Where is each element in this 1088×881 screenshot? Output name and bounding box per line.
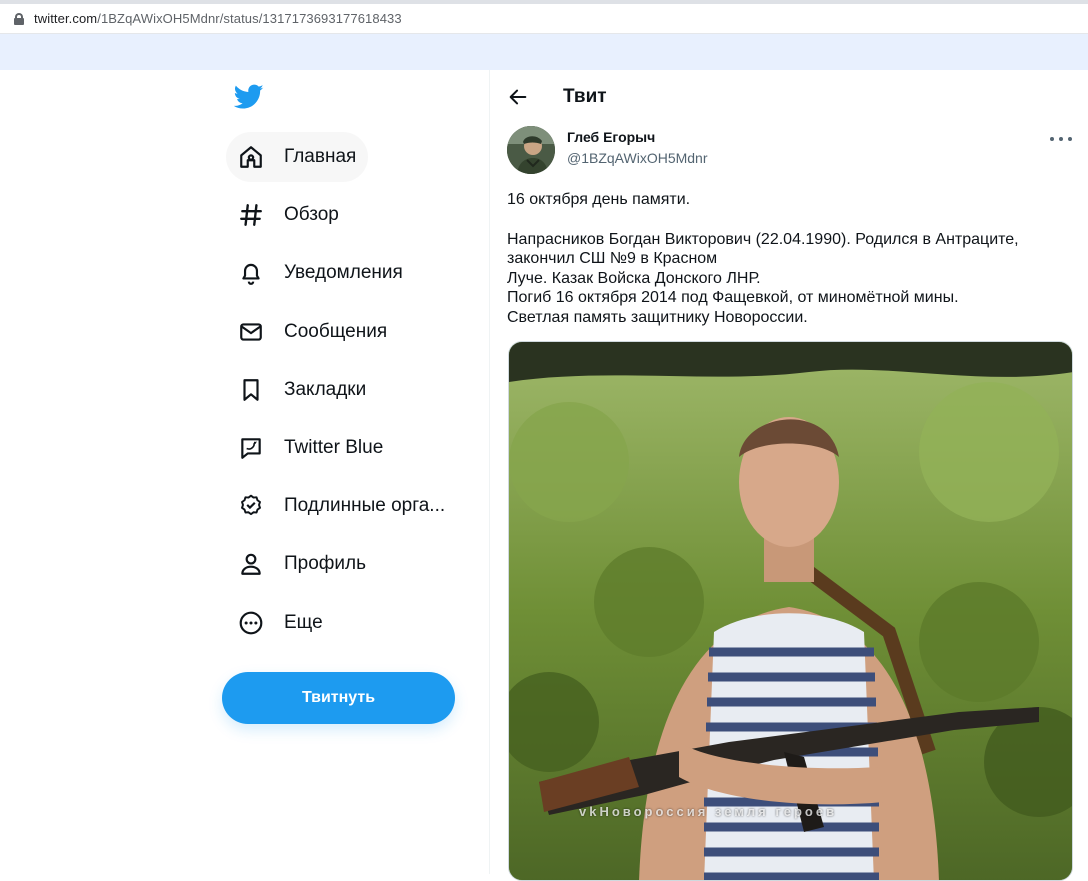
nav-label-home: Главная	[284, 146, 357, 167]
avatar[interactable]	[507, 126, 555, 174]
hashtag-icon	[238, 202, 264, 228]
nav-label-twitter-blue: Twitter Blue	[284, 436, 384, 458]
envelope-icon	[238, 319, 264, 345]
bell-icon	[238, 260, 264, 286]
author-handle[interactable]: @1BZqAWixOH5Mdnr	[567, 150, 708, 166]
nav-item-bookmarks[interactable]: Закладки	[226, 365, 378, 415]
bookmarks-bar	[0, 34, 1088, 70]
page-title: Твит	[563, 86, 607, 107]
tweet-photo[interactable]: vkНовороссия земля героев	[508, 341, 1073, 881]
home-icon	[238, 144, 264, 170]
nav-item-home[interactable]: Главная	[226, 132, 369, 182]
nav-item-explore[interactable]: Обзор	[226, 190, 351, 240]
twitter-blue-icon	[238, 435, 264, 461]
nav-label-explore: Обзор	[284, 204, 339, 226]
back-arrow-icon[interactable]	[507, 86, 529, 108]
more-options-icon[interactable]	[1050, 134, 1072, 144]
verified-badge-icon	[238, 493, 264, 519]
tweet-author: Глеб Егорыч @1BZqAWixOH5Mdnr	[507, 124, 1072, 180]
primary-navigation: Главная Обзор Уведомления Сообщения Закл…	[226, 132, 457, 656]
bookmark-icon	[238, 377, 264, 403]
nav-label-bookmarks: Закладки	[284, 378, 367, 400]
tweet-header: Твит	[490, 70, 1088, 124]
sidebar: Главная Обзор Уведомления Сообщения Закл…	[214, 70, 490, 874]
url-path: /1BZqAWixOH5Mdnr/status/1317173693177618…	[97, 11, 402, 26]
author-name[interactable]: Глеб Егорыч	[567, 129, 655, 145]
nav-label-messages: Сообщения	[284, 320, 388, 342]
nav-item-profile[interactable]: Профиль	[226, 539, 378, 589]
tweet-line: Напрасников Богдан Викторович (22.04.199…	[507, 230, 1019, 248]
photo-illustration	[509, 342, 1072, 880]
tweet-line: Светлая память защитнику Новороссии.	[507, 308, 808, 326]
photo-watermark: vkНовороссия земля героев	[579, 804, 838, 819]
tweet-line: 16 октября день памяти.	[507, 191, 691, 208]
url-host: twitter.com	[34, 11, 98, 26]
nav-item-twitter-blue[interactable]: Twitter Blue	[226, 423, 395, 473]
tweet-text: 16 октября день памяти. Напрасников Богд…	[507, 190, 1072, 328]
person-icon	[238, 551, 264, 577]
twitter-bird-icon[interactable]	[233, 84, 264, 110]
nav-item-more[interactable]: Еще	[226, 598, 335, 648]
nav-item-verified-orgs[interactable]: Подлинные орга...	[226, 481, 457, 531]
main-column: Твит Глеб Егорыч @1BZqAWixOH5Mdnr 16 окт…	[489, 70, 1088, 881]
lock-icon	[14, 12, 24, 25]
tweet-line: Погиб 16 октября 2014 под Фащевкой, от м…	[507, 289, 959, 307]
tweet-line: закончил СШ №9 в Красном	[507, 250, 718, 268]
browser-chrome: twitter.com/1BZqAWixOH5Mdnr/status/13171…	[0, 0, 1088, 70]
nav-item-messages[interactable]: Сообщения	[226, 307, 399, 357]
nav-label-notifications: Уведомления	[284, 262, 403, 284]
address-bar[interactable]: twitter.com/1BZqAWixOH5Mdnr/status/13171…	[0, 4, 1088, 34]
more-circle-icon	[238, 610, 264, 636]
tweet-button[interactable]: Твитнуть	[222, 672, 455, 724]
nav-label-profile: Профиль	[284, 553, 367, 575]
url-text[interactable]: twitter.com/1BZqAWixOH5Mdnr/status/13171…	[34, 11, 402, 26]
nav-item-notifications[interactable]: Уведомления	[226, 248, 415, 298]
nav-label-more: Еще	[284, 611, 323, 633]
tweet-line: Луче. Казак Войска Донского ЛНР.	[507, 269, 761, 287]
nav-label-verified-orgs: Подлинные орга...	[284, 495, 446, 517]
